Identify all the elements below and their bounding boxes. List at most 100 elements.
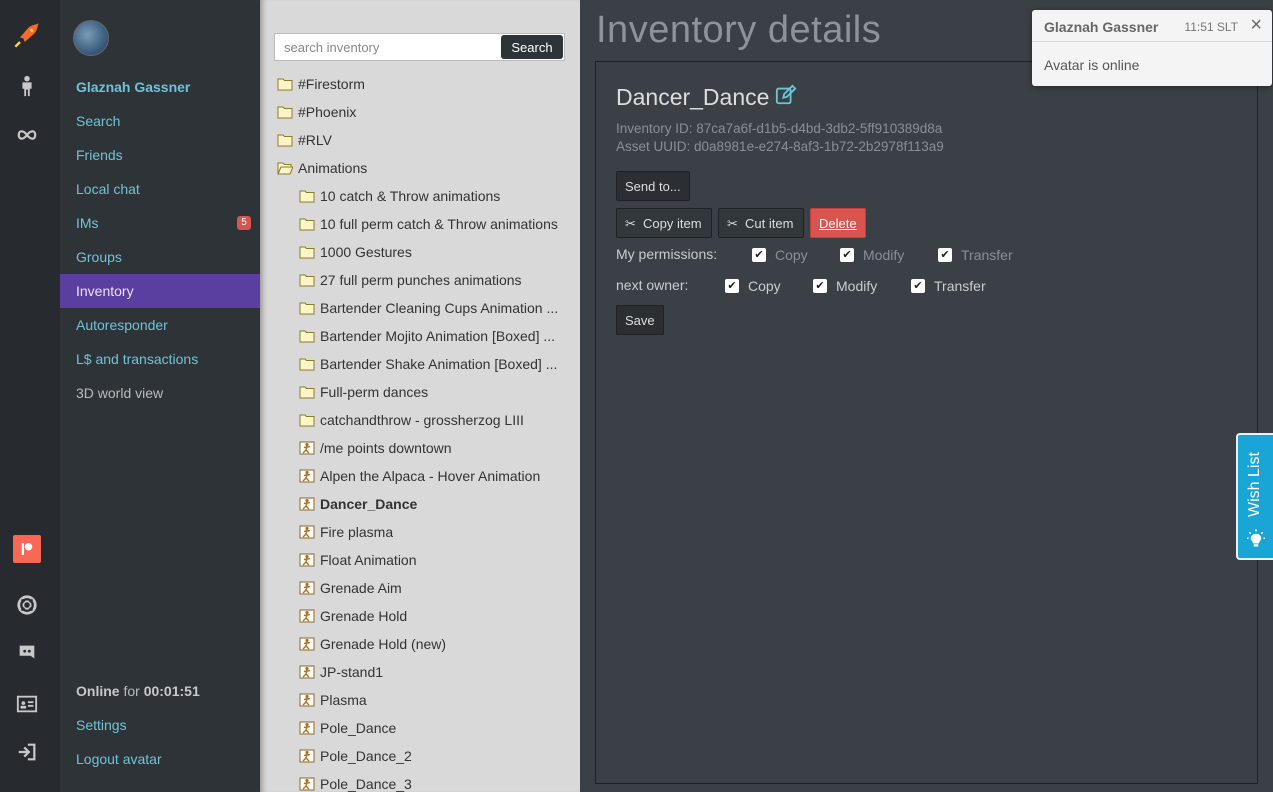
search-input[interactable] xyxy=(275,34,500,60)
inventory-folder[interactable]: catchandthrow - grossherzog LIII xyxy=(298,406,524,434)
inventory-folder[interactable]: #Phoenix xyxy=(276,98,356,126)
inventory-item[interactable]: Pole_Dance xyxy=(298,714,396,742)
tree-item-label: Bartender Mojito Animation [Boxed] ... xyxy=(320,328,556,344)
folder-icon xyxy=(298,328,316,344)
tree-item-label: Bartender Shake Animation [Boxed] ... xyxy=(320,356,558,372)
inventory-folder[interactable]: 1000 Gestures xyxy=(298,238,412,266)
inventory-item[interactable]: /me points downtown xyxy=(298,434,452,462)
sidebar-item-3d-world-view[interactable]: 3D world view xyxy=(60,376,260,410)
edit-icon[interactable] xyxy=(775,84,797,111)
id-card-icon[interactable] xyxy=(13,690,41,718)
inventory-folder[interactable]: Full-perm dances xyxy=(298,378,428,406)
unread-badge: 5 xyxy=(237,216,251,230)
sidebar-item-transactions[interactable]: L$ and transactions xyxy=(60,342,260,376)
copy-item-button[interactable]: ✂ Copy item xyxy=(616,208,712,238)
sidebar-item-label: Groups xyxy=(76,249,122,265)
inventory-item[interactable]: Plasma xyxy=(298,686,367,714)
inventory-folder[interactable]: Bartender Mojito Animation [Boxed] ... xyxy=(298,322,555,350)
notification-toast: Glaznah Gassner 11:51 SLT × Avatar is on… xyxy=(1032,10,1272,86)
save-button[interactable]: Save xyxy=(616,305,664,335)
sidebar-item-inventory[interactable]: Inventory xyxy=(60,274,260,308)
rocket-icon[interactable] xyxy=(13,21,41,49)
inventory-item[interactable]: Pole_Dance_3 xyxy=(298,770,412,792)
inventory-id: Inventory ID: 87ca7a6f-d1b5-d4bd-3db2-5f… xyxy=(616,121,943,136)
discord-icon[interactable] xyxy=(13,639,41,667)
tree-item-label: Fire plasma xyxy=(320,524,394,540)
wish-list-tab[interactable]: Wish List xyxy=(1236,433,1273,560)
sidebar-user-name[interactable]: Glaznah Gassner xyxy=(60,70,260,104)
toast-message: Avatar is online xyxy=(1044,57,1140,73)
inventory-folder[interactable]: 27 full perm punches animations xyxy=(298,266,522,294)
tree-item-label: Grenade Hold xyxy=(320,608,408,624)
inventory-tree-panel: Search #Firestorm #Phoenix #RLV Animations 1… xyxy=(260,0,580,792)
inventory-folder[interactable]: 10 full perm catch & Throw animations xyxy=(298,210,558,238)
send-to-button[interactable]: Send to... xyxy=(616,171,690,201)
tree-item-label: 10 full perm catch & Throw animations xyxy=(320,216,558,232)
inventory-item[interactable]: Dancer_Dance xyxy=(298,490,417,518)
sidebar-item-autoresponder[interactable]: Autoresponder xyxy=(60,308,260,342)
tree-item-label: #Firestorm xyxy=(298,76,365,92)
sidebar-item-groups[interactable]: Groups xyxy=(60,240,260,274)
inventory-folder[interactable]: #Firestorm xyxy=(276,70,365,98)
item-name: Dancer_Dance xyxy=(616,84,770,110)
tree-item-label: Plasma xyxy=(320,692,367,708)
tree-item-label: Dancer_Dance xyxy=(320,496,418,512)
next-owner-modify[interactable]: ✔ Modify xyxy=(813,278,877,294)
animation-icon xyxy=(298,440,316,456)
checkbox-icon[interactable]: ✔ xyxy=(725,279,739,293)
logout-avatar-link[interactable]: Logout avatar xyxy=(60,742,260,776)
inventory-item[interactable]: JP-stand1 xyxy=(298,658,383,686)
scissors-icon: ✂ xyxy=(727,216,738,231)
avatar[interactable] xyxy=(73,20,109,56)
next-owner-copy[interactable]: ✔ Copy xyxy=(725,278,781,294)
inventory-item[interactable]: Grenade Aim xyxy=(298,574,402,602)
lifebuoy-icon[interactable] xyxy=(13,591,41,619)
sidebar-item-local-chat[interactable]: Local chat xyxy=(60,172,260,206)
inventory-folder[interactable]: Animations xyxy=(276,154,367,182)
folder-icon xyxy=(298,300,316,316)
folder-icon xyxy=(276,132,294,148)
inventory-item[interactable]: Alpen the Alpaca - Hover Animation xyxy=(298,462,540,490)
animation-icon xyxy=(298,776,316,792)
inventory-item[interactable]: Pole_Dance_2 xyxy=(298,742,412,770)
animation-icon xyxy=(298,720,316,736)
inventory-item[interactable]: Grenade Hold xyxy=(298,602,407,630)
animation-icon xyxy=(298,524,316,540)
cut-item-label: Cut item xyxy=(745,216,794,231)
wish-list-label: Wish List xyxy=(1246,452,1263,517)
folder-icon xyxy=(276,76,294,92)
delete-button[interactable]: Delete xyxy=(810,208,866,238)
inventory-folder[interactable]: #RLV xyxy=(276,126,332,154)
tree-item-label: Animations xyxy=(298,160,368,176)
checkbox-icon[interactable]: ✔ xyxy=(911,279,925,293)
folder-icon xyxy=(298,244,316,260)
sidebar-item-ims[interactable]: IMs 5 xyxy=(60,206,260,240)
inventory-item[interactable]: Grenade Hold (new) xyxy=(298,630,446,658)
animation-icon xyxy=(298,608,316,624)
inventory-item[interactable]: Fire plasma xyxy=(298,518,393,546)
inventory-folder[interactable]: Bartender Cleaning Cups Animation ... xyxy=(298,294,558,322)
my-perm-copy: ✔ Copy xyxy=(752,247,808,263)
my-perm-modify: ✔ Modify xyxy=(840,247,904,263)
page-title: Inventory details xyxy=(596,9,882,51)
logout-icon[interactable] xyxy=(13,738,41,766)
sidebar-item-friends[interactable]: Friends xyxy=(60,138,260,172)
toast-title: Glaznah Gassner xyxy=(1044,19,1159,35)
next-owner-transfer[interactable]: ✔ Transfer xyxy=(911,278,986,294)
animation-icon xyxy=(298,468,316,484)
settings-link[interactable]: Settings xyxy=(60,708,260,742)
infinity-icon[interactable] xyxy=(13,121,41,149)
patreon-icon[interactable] xyxy=(13,535,41,563)
inventory-folder[interactable]: 10 catch & Throw animations xyxy=(298,182,500,210)
sidebar-item-search[interactable]: Search xyxy=(60,104,260,138)
close-icon[interactable]: × xyxy=(1250,14,1262,37)
cut-item-button[interactable]: ✂ Cut item xyxy=(718,208,804,238)
inventory-item[interactable]: Float Animation xyxy=(298,546,417,574)
checkbox-icon[interactable]: ✔ xyxy=(813,279,827,293)
search-button[interactable]: Search xyxy=(501,35,563,59)
inventory-folder[interactable]: Bartender Shake Animation [Boxed] ... xyxy=(298,350,557,378)
folder-icon xyxy=(276,104,294,120)
perm-label: Copy xyxy=(748,278,781,294)
sidebar-item-label: IMs xyxy=(76,215,99,231)
person-icon[interactable] xyxy=(13,72,41,100)
